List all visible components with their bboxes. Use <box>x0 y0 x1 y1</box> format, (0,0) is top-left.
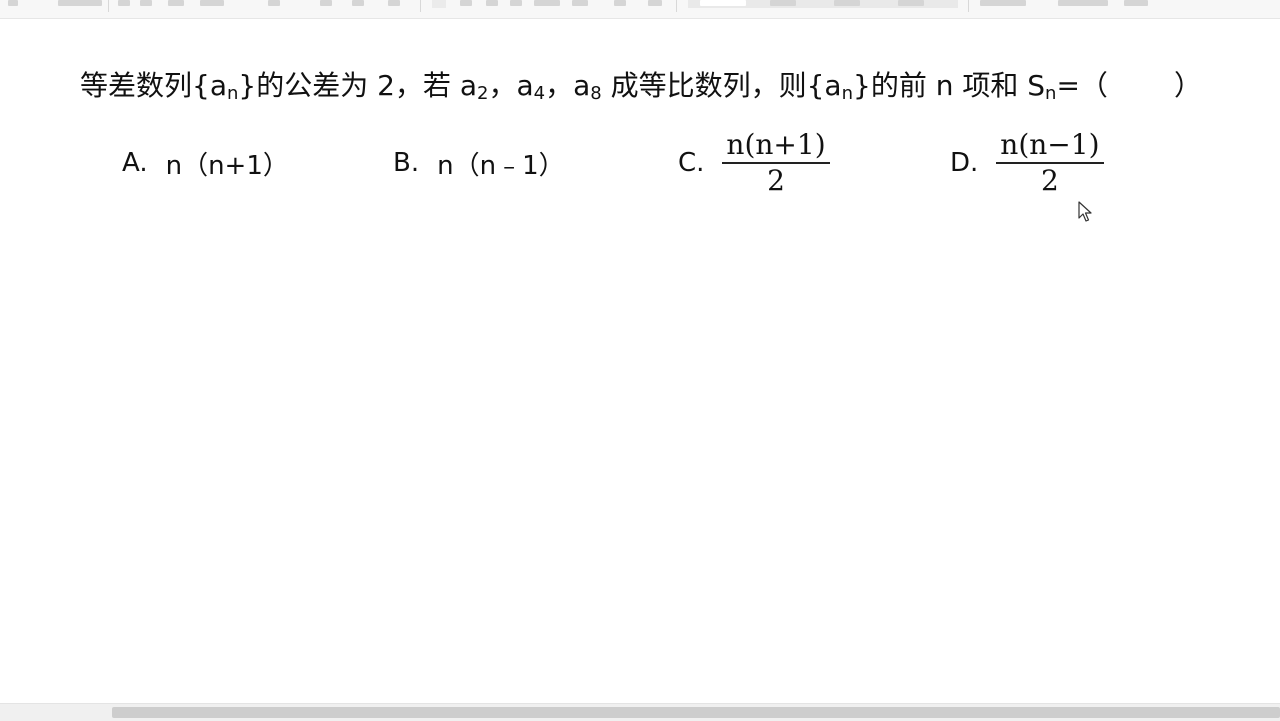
subscript: n <box>1045 83 1057 104</box>
document-page: 等差数列{an}的公差为 2，若 a2，a4，a8 成等比数列，则{an}的前 … <box>0 19 1280 703</box>
horizontal-scrollbar[interactable] <box>0 703 1280 721</box>
fraction-numerator: n(n−1) <box>996 130 1104 164</box>
toolbar-button[interactable] <box>352 0 364 6</box>
toolbar-button-active[interactable] <box>432 0 446 8</box>
scrollbar-thumb[interactable] <box>112 707 1280 718</box>
toolbar-button[interactable] <box>1124 0 1148 6</box>
question-segment: ，a <box>488 69 534 102</box>
question-segment: 等差数列{a <box>80 69 227 102</box>
option-d[interactable]: D. n(n−1) 2 <box>950 130 1104 197</box>
style-item[interactable] <box>770 0 796 6</box>
option-b[interactable]: B. n（n﹣1） <box>393 131 565 195</box>
fraction-denominator: 2 <box>1040 164 1059 197</box>
option-a[interactable]: A. n（n+1） <box>122 131 289 195</box>
toolbar-button[interactable] <box>460 0 472 6</box>
toolbar-button[interactable] <box>510 0 522 6</box>
fraction-denominator: 2 <box>767 164 785 197</box>
toolbar-separator <box>108 0 109 12</box>
toolbar-button[interactable] <box>648 0 662 6</box>
editor-toolbar <box>0 0 1280 19</box>
subscript: 2 <box>477 83 489 104</box>
question-text: 等差数列{an}的公差为 2，若 a2，a4，a8 成等比数列，则{an}的前 … <box>80 68 1220 104</box>
toolbar-button[interactable] <box>388 0 400 6</box>
toolbar-button[interactable] <box>8 0 18 6</box>
question-segment: 成等比数列，则{a <box>601 69 842 102</box>
toolbar-separator <box>968 0 969 12</box>
toolbar-separator <box>676 0 677 12</box>
style-item[interactable] <box>898 0 924 6</box>
fraction: n(n+1) 2 <box>722 130 830 197</box>
toolbar-button[interactable] <box>980 0 1026 6</box>
toolbar-button[interactable] <box>268 0 280 6</box>
toolbar-separator <box>420 0 421 12</box>
question-segment: }的公差为 2，若 a <box>238 69 477 102</box>
subscript: 4 <box>533 83 546 104</box>
toolbar-button[interactable] <box>168 0 184 6</box>
option-letter: D. <box>950 148 979 178</box>
fraction: n(n−1) 2 <box>996 130 1104 197</box>
toolbar-button[interactable] <box>572 0 588 6</box>
option-text: n（n﹣1） <box>437 150 565 181</box>
option-letter: A. <box>122 148 148 178</box>
fraction-numerator: n(n+1) <box>722 130 830 164</box>
subscript: 8 <box>590 83 602 104</box>
toolbar-button[interactable] <box>486 0 498 6</box>
toolbar-button[interactable] <box>118 0 130 6</box>
style-item[interactable] <box>834 0 860 6</box>
answer-options: A. n（n+1） B. n（n﹣1） C. n(n+1) 2 D. n(n−1… <box>0 130 1280 211</box>
mouse-cursor-icon <box>1078 201 1092 222</box>
toolbar-button[interactable] <box>614 0 626 6</box>
toolbar-button[interactable] <box>58 0 102 6</box>
option-text: n（n+1） <box>165 150 289 181</box>
subscript: n <box>226 83 239 104</box>
question-segment: ，a <box>545 69 591 102</box>
option-c[interactable]: C. n(n+1) 2 <box>678 130 830 197</box>
subscript: n <box>841 83 853 104</box>
style-item[interactable] <box>700 0 746 6</box>
question-segment: ） <box>1173 69 1202 102</box>
toolbar-button[interactable] <box>140 0 152 6</box>
toolbar-button[interactable] <box>1058 0 1108 6</box>
question-segment: =（ <box>1056 69 1108 102</box>
question-segment: }的前 n 项和 S <box>853 69 1046 102</box>
toolbar-button[interactable] <box>320 0 332 6</box>
option-letter: B. <box>393 148 420 178</box>
option-letter: C. <box>678 148 705 178</box>
toolbar-button[interactable] <box>534 0 560 6</box>
toolbar-button[interactable] <box>200 0 224 6</box>
